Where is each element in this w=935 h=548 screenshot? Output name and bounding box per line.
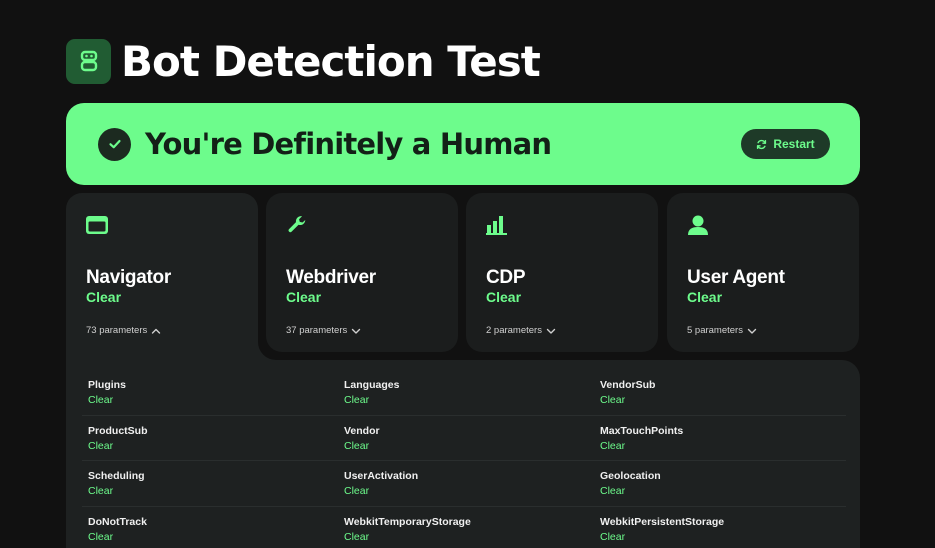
parameters-toggle[interactable]: 5 parameters <box>687 325 839 336</box>
parameter-status: Clear <box>344 485 370 497</box>
page-header: Bot Detection Test <box>66 36 541 86</box>
parameter-status: Clear <box>88 439 114 452</box>
parameter-name: Vendor <box>344 424 380 437</box>
parameter-status: Clear <box>344 394 370 406</box>
parameter-item: VendorSub Clear <box>594 370 846 416</box>
result-text: You're Definitely a Human <box>145 127 552 161</box>
card-title: Navigator <box>86 267 171 288</box>
refresh-icon <box>757 139 767 149</box>
parameter-item: Languages Clear <box>338 370 594 416</box>
parameter-item: WebkitPersistentStorage Clear <box>594 507 846 548</box>
parameter-item: ProductSub Clear <box>82 416 338 461</box>
browser-window-icon <box>86 213 238 237</box>
parameter-item: WebkitTemporaryStorage Clear <box>338 507 594 548</box>
parameter-item: UserActivation Clear <box>338 461 594 507</box>
user-icon <box>687 213 839 237</box>
restart-label: Restart <box>773 137 815 151</box>
robot-icon <box>66 38 111 84</box>
parameter-name: WebkitPersistentStorage <box>600 515 725 528</box>
parameter-grid: Plugins Clear Languages Clear VendorSub Cle… <box>82 370 846 548</box>
parameter-item: Geolocation Clear <box>594 461 846 507</box>
chevron-up-icon <box>152 328 161 334</box>
parameter-name: Languages <box>344 379 400 391</box>
card-title: CDP <box>486 267 526 288</box>
parameter-name: DoNotTrack <box>88 515 147 528</box>
card-status: Clear <box>286 289 322 305</box>
parameter-name: MaxTouchPoints <box>600 424 684 437</box>
wrench-icon <box>286 213 438 237</box>
parameters-count: 37 parameters <box>286 325 348 336</box>
parameter-status: Clear <box>88 530 114 543</box>
card-cdp[interactable]: CDP Clear 2 parameters <box>466 193 658 352</box>
page-title: Bot Detection Test <box>121 36 541 86</box>
parameter-item: Plugins Clear <box>82 370 338 416</box>
card-status: Clear <box>86 289 122 305</box>
card-webdriver[interactable]: Webdriver Clear 37 parameters <box>266 193 458 352</box>
card-title: User Agent <box>687 267 785 288</box>
parameter-item: MaxTouchPoints Clear <box>594 416 846 461</box>
card-title: Webdriver <box>286 267 376 288</box>
parameters-count: 2 parameters <box>486 325 542 336</box>
parameter-status: Clear <box>600 485 626 497</box>
parameter-name: WebkitTemporaryStorage <box>344 515 471 528</box>
card-status: Clear <box>486 289 522 305</box>
parameter-status: Clear <box>600 530 626 543</box>
parameter-status: Clear <box>344 439 370 452</box>
parameter-name: VendorSub <box>600 379 656 391</box>
chevron-down-icon <box>747 328 757 334</box>
parameter-name: ProductSub <box>88 424 148 437</box>
restart-button[interactable]: Restart <box>741 129 830 159</box>
chevron-down-icon <box>546 328 556 334</box>
chevron-down-icon <box>352 328 361 334</box>
parameter-name: Geolocation <box>600 470 661 482</box>
card-user-agent[interactable]: User Agent Clear 5 parameters <box>667 193 859 352</box>
parameter-name: Scheduling <box>88 470 145 482</box>
parameters-count: 5 parameters <box>687 325 743 336</box>
parameter-item: Vendor Clear <box>338 416 594 461</box>
parameters-toggle[interactable]: 2 parameters <box>486 325 638 336</box>
bar-chart-icon <box>486 213 638 237</box>
result-banner: You're Definitely a Human Restart <box>66 103 860 185</box>
parameter-status: Clear <box>600 394 626 406</box>
parameter-status: Clear <box>88 394 114 406</box>
parameter-item: DoNotTrack Clear <box>82 507 338 548</box>
parameter-item: Scheduling Clear <box>82 461 338 507</box>
parameter-name: UserActivation <box>344 470 419 482</box>
card-navigator[interactable]: Navigator Clear 73 parameters <box>66 193 258 383</box>
parameters-toggle[interactable]: 73 parameters <box>86 325 238 336</box>
parameters-count: 73 parameters <box>86 325 148 336</box>
parameters-toggle[interactable]: 37 parameters <box>286 325 438 336</box>
parameter-name: Plugins <box>88 379 126 391</box>
check-circle-icon <box>98 127 131 161</box>
parameter-status: Clear <box>344 530 370 543</box>
parameter-status: Clear <box>88 485 114 497</box>
parameter-status: Clear <box>600 439 626 452</box>
card-status: Clear <box>687 289 723 305</box>
